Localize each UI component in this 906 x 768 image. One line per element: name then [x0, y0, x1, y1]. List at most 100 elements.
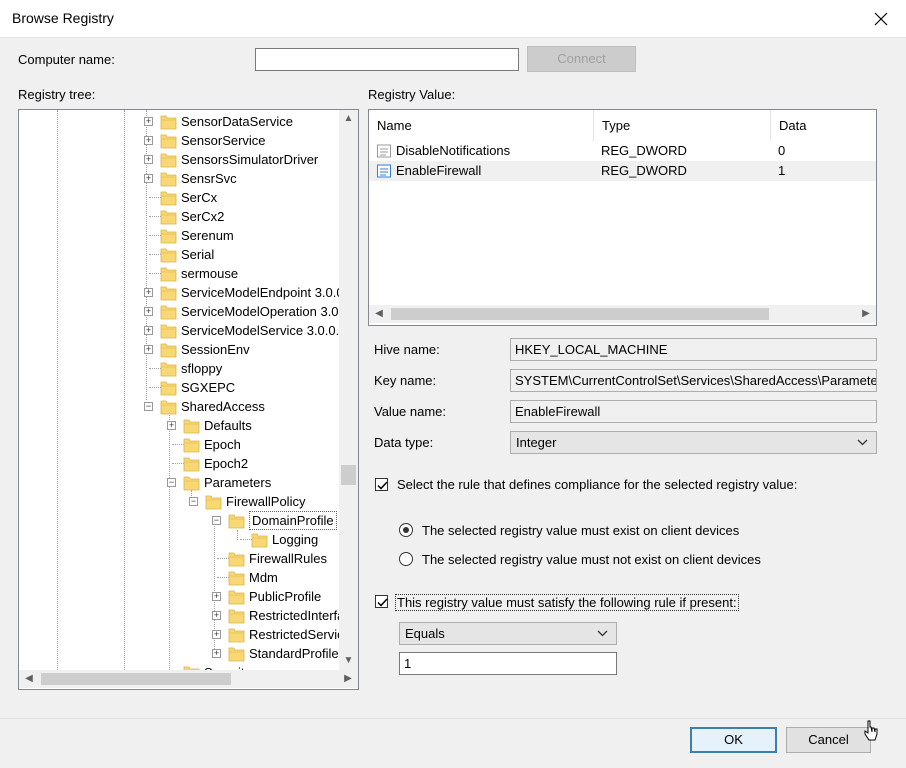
must-not-exist-radio[interactable] [399, 552, 413, 566]
tree-node[interactable]: + PublicProfile [19, 587, 339, 606]
tree-node[interactable]: Logging [19, 530, 339, 549]
must-not-exist-label: The selected registry value must not exi… [422, 552, 761, 567]
must-exist-radio[interactable] [399, 523, 413, 537]
scroll-right-icon[interactable]: ▶ [856, 305, 876, 323]
collapse-icon[interactable]: − [144, 402, 153, 411]
tree-node[interactable]: Mdm [19, 568, 339, 587]
computer-name-input[interactable] [255, 48, 519, 71]
tree-node[interactable]: + ServiceModelOperation 3.0 [19, 302, 339, 321]
tree-node[interactable]: − DomainProfile [19, 511, 339, 530]
tree-node-label: RestrictedServic [249, 627, 344, 642]
registry-tree[interactable]: + SensorDataService + SensorService + Sensors… [18, 109, 359, 690]
registry-value-row[interactable]: DisableNotifications REG_DWORD 0 [369, 141, 876, 161]
key-name-field: SYSTEM\CurrentControlSet\Services\Shared… [510, 369, 877, 392]
folder-icon [183, 438, 200, 453]
list-hscroll-thumb[interactable] [391, 308, 769, 320]
tree-vscroll-thumb[interactable] [341, 465, 356, 485]
tree-node-label: Logging [272, 532, 319, 547]
tree-node[interactable]: + ServiceModelEndpoint 3.0.0 [19, 283, 344, 302]
operator-select[interactable]: Equals [399, 622, 617, 645]
expand-icon[interactable]: + [144, 136, 153, 145]
tree-node[interactable]: + ServiceModelService 3.0.0. [19, 321, 339, 340]
folder-icon [160, 210, 177, 225]
tree-node[interactable]: − SharedAccess [19, 397, 339, 416]
satisfy-rule-checkbox[interactable] [375, 595, 388, 608]
expand-icon[interactable]: + [144, 345, 153, 354]
tree-node[interactable]: SGXEPC [19, 378, 339, 397]
tree-node[interactable]: + StandardProfile [19, 644, 339, 663]
expand-icon[interactable]: + [144, 307, 153, 316]
folder-icon [228, 514, 245, 529]
tree-node[interactable]: + SensorDataService [19, 112, 339, 131]
operator-value: Equals [405, 626, 445, 641]
tree-node[interactable]: + RestrictedServic [19, 625, 344, 644]
list-horizontal-scrollbar[interactable]: ◀ ▶ [369, 305, 876, 323]
registry-value-row[interactable]: EnableFirewall REG_DWORD 1 [369, 161, 876, 181]
tree-node[interactable]: + SensorsSimulatorDriver [19, 150, 339, 169]
scroll-left-icon[interactable]: ◀ [19, 670, 39, 688]
select-rule-checkbox[interactable] [375, 478, 388, 491]
scroll-down-icon[interactable]: ▼ [339, 652, 358, 670]
connect-button[interactable]: Connect [527, 46, 636, 72]
expand-icon[interactable]: + [212, 592, 221, 601]
expand-icon[interactable]: + [144, 155, 153, 164]
folder-icon [160, 267, 177, 282]
cell-name: DisableNotifications [396, 143, 511, 158]
tree-node[interactable]: SerCx2 [19, 207, 339, 226]
operand-input[interactable]: 1 [399, 652, 617, 675]
tree-node[interactable]: FirewallRules [19, 549, 339, 568]
expand-icon[interactable]: + [212, 649, 221, 658]
tree-node-label: ServiceModelOperation 3.0 [181, 304, 339, 319]
tree-node-label: ServiceModelService 3.0.0. [181, 323, 340, 338]
collapse-icon[interactable]: − [189, 497, 198, 506]
registry-value-list[interactable]: Name Type Data DisableNotifications REG_D… [368, 109, 877, 326]
expand-icon[interactable]: + [144, 288, 153, 297]
data-type-select[interactable]: Integer [510, 431, 877, 454]
folder-icon [160, 229, 177, 244]
tree-node[interactable]: + SensrSvc [19, 169, 339, 188]
collapse-icon[interactable]: − [212, 516, 221, 525]
column-header-data[interactable]: Data [771, 110, 876, 141]
chevron-down-icon [857, 439, 868, 446]
close-button[interactable] [866, 4, 896, 34]
tree-node[interactable]: + SensorService [19, 131, 339, 150]
collapse-icon[interactable]: − [167, 478, 176, 487]
expand-icon[interactable]: + [212, 611, 221, 620]
folder-icon [160, 115, 177, 130]
expand-icon[interactable]: + [144, 174, 153, 183]
tree-node[interactable]: Epoch2 [19, 454, 339, 473]
tree-horizontal-scrollbar[interactable]: ◀ ▶ [19, 670, 358, 688]
scroll-left-icon[interactable]: ◀ [369, 305, 389, 323]
tree-node[interactable]: sfloppy [19, 359, 339, 378]
hive-name-field: HKEY_LOCAL_MACHINE [510, 338, 877, 361]
tree-node[interactable]: Serenum [19, 226, 339, 245]
expand-icon[interactable]: + [167, 421, 176, 430]
folder-icon [160, 362, 177, 377]
chevron-down-icon [597, 630, 608, 637]
tree-hscroll-thumb[interactable] [41, 673, 231, 685]
expand-icon[interactable]: + [144, 117, 153, 126]
tree-node[interactable]: + Defaults [19, 416, 339, 435]
checkmark-icon [377, 481, 388, 490]
expand-icon[interactable]: + [212, 630, 221, 639]
tree-node-label: Parameters [204, 475, 272, 490]
tree-node[interactable]: − Parameters [19, 473, 339, 492]
tree-node[interactable]: Epoch [19, 435, 339, 454]
column-header-type[interactable]: Type [594, 110, 771, 141]
ok-button[interactable]: OK [690, 727, 777, 753]
tree-node-label: sfloppy [181, 361, 223, 376]
tree-node[interactable]: Serial [19, 245, 339, 264]
column-header-name[interactable]: Name [369, 110, 594, 141]
tree-node[interactable]: + SessionEnv [19, 340, 339, 359]
tree-node[interactable]: − FirewallPolicy [19, 492, 339, 511]
tree-vertical-scrollbar[interactable]: ▲ ▼ [339, 110, 358, 670]
scroll-right-icon[interactable]: ▶ [338, 670, 358, 688]
tree-node[interactable]: + RestrictedInterfa [19, 606, 344, 625]
tree-node[interactable]: SerCx [19, 188, 339, 207]
expand-icon[interactable]: + [144, 326, 153, 335]
scroll-up-icon[interactable]: ▲ [339, 110, 358, 128]
cancel-button[interactable]: Cancel [786, 727, 871, 753]
folder-icon [228, 628, 245, 643]
tree-node[interactable]: sermouse [19, 264, 339, 283]
tree-node-label: Epoch [204, 437, 241, 452]
